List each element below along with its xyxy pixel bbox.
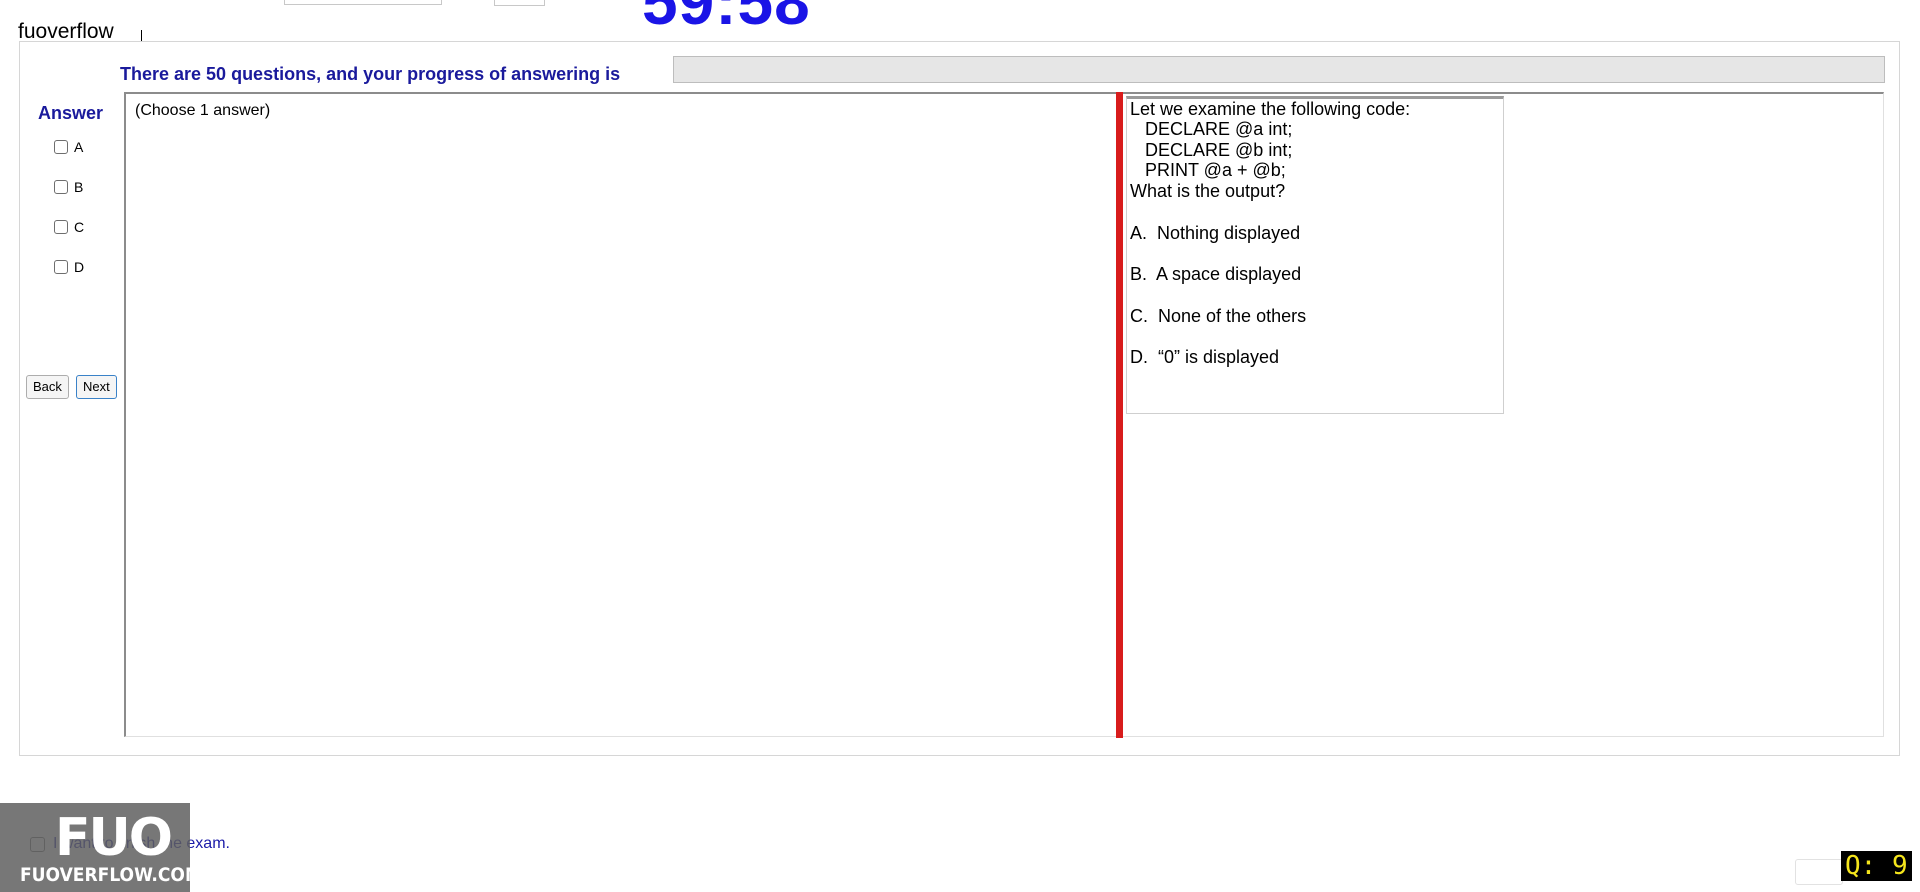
progress-label: There are 50 questions, and your progres…: [120, 64, 621, 84]
choice-d-label: D: [74, 259, 85, 275]
option-line: D. “0” is displayed: [1130, 347, 1280, 367]
progress-bar: [673, 56, 1885, 83]
choice-d[interactable]: D: [54, 259, 84, 275]
choice-a-label: A: [74, 139, 84, 155]
checkbox-b[interactable]: [54, 180, 68, 194]
choice-c[interactable]: C: [54, 219, 84, 235]
top-field-2[interactable]: [494, 0, 545, 6]
option-line: A. Nothing displayed: [1130, 223, 1301, 243]
answer-title: Answer: [38, 103, 104, 123]
checkbox-d[interactable]: [54, 260, 68, 274]
exam-timer: 59:58: [642, 0, 811, 38]
answer-content-panel: [124, 92, 1884, 737]
choice-a[interactable]: A: [54, 139, 83, 155]
question-line: Let we examine the following code:: [1130, 99, 1411, 119]
choose-hint: (Choose 1 answer): [135, 102, 271, 119]
question-counter: Q: 9: [1841, 851, 1912, 881]
question-line: PRINT @a + @b;: [1130, 160, 1286, 180]
watermark-text: FUOVERFLOW.COM: [20, 864, 202, 886]
checkbox-a[interactable]: [54, 140, 68, 154]
choice-c-label: C: [74, 219, 85, 235]
option-line: C. None of the others: [1130, 306, 1307, 326]
option-line: B. A space displayed: [1130, 264, 1302, 284]
top-field-1[interactable]: [284, 0, 442, 5]
question-line: What is the output?: [1130, 181, 1286, 201]
panel-splitter[interactable]: [1116, 92, 1123, 738]
choice-b-label: B: [74, 179, 84, 195]
next-button[interactable]: Next: [76, 375, 117, 399]
question-line: DECLARE @a int;: [1130, 119, 1293, 139]
question-jump-field[interactable]: [1795, 859, 1843, 885]
choice-b[interactable]: B: [54, 179, 83, 195]
checkbox-c[interactable]: [54, 220, 68, 234]
watermark-logo: FUO: [55, 808, 173, 868]
back-button[interactable]: Back: [26, 375, 69, 399]
question-line: DECLARE @b int;: [1130, 140, 1293, 160]
